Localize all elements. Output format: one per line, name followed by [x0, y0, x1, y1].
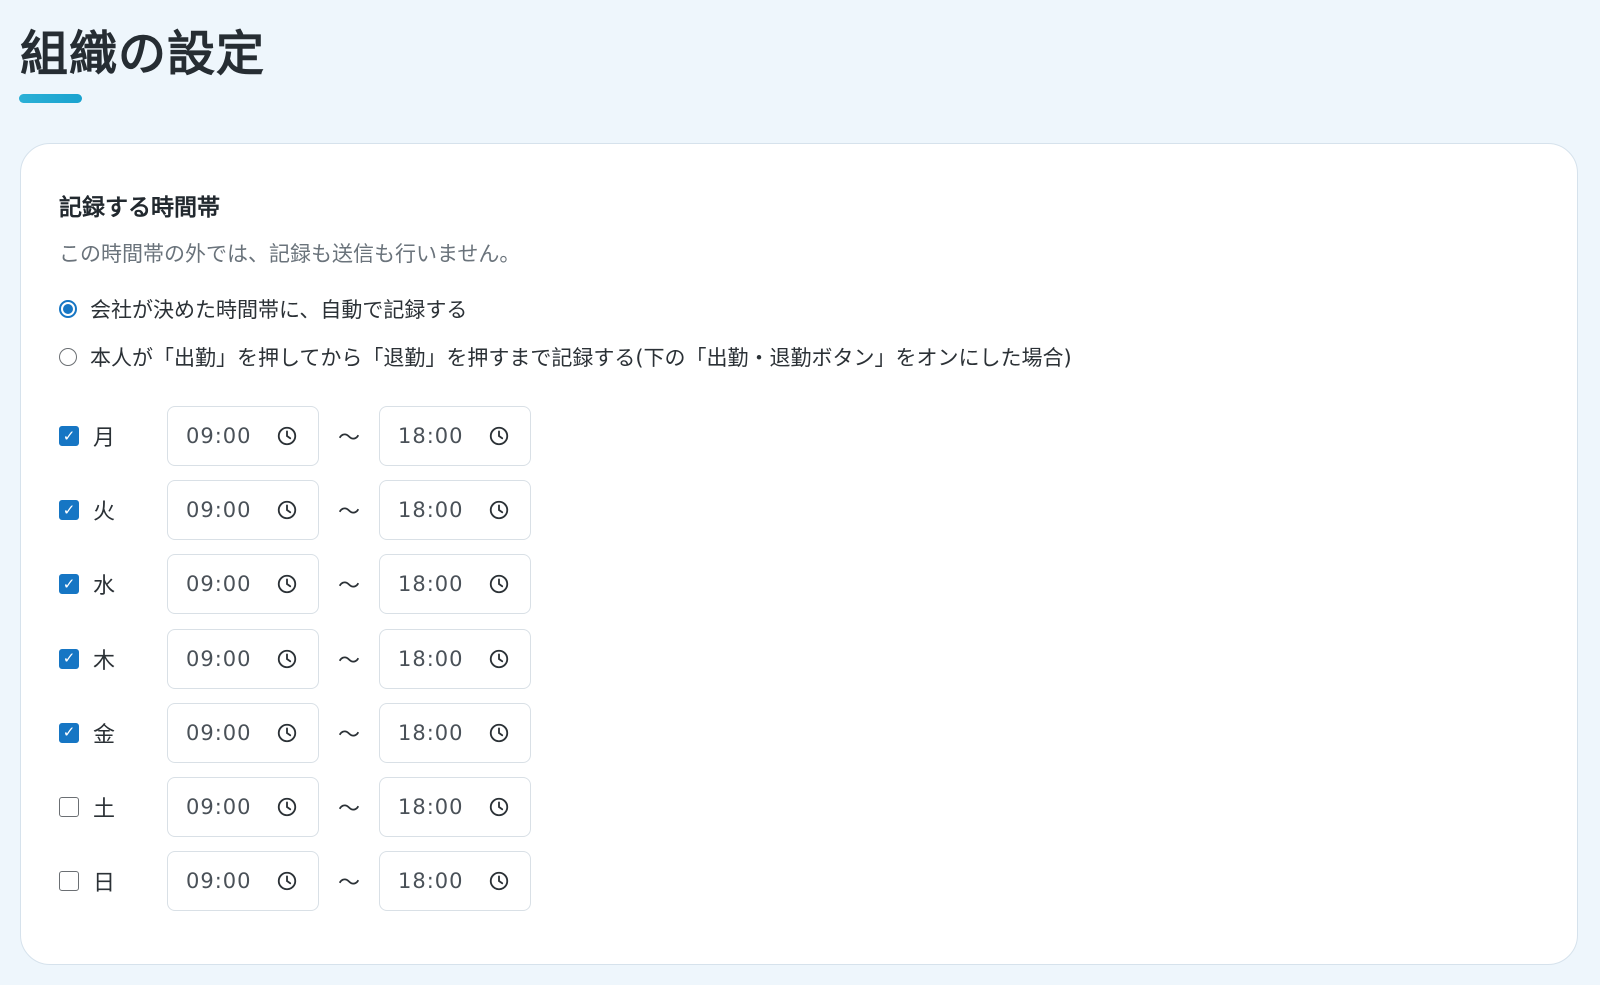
clock-icon[interactable] — [276, 870, 298, 892]
checkmark-icon: ✓ — [62, 426, 76, 445]
section-title: 記録する時間帯 — [59, 195, 220, 221]
radio-label-auto: 会社が決めた時間帯に、自動で記録する — [90, 298, 468, 322]
clock-icon[interactable] — [276, 648, 298, 670]
clock-icon[interactable] — [488, 425, 510, 447]
day-label: 日 — [93, 871, 116, 897]
range-separator: 〜 — [337, 797, 360, 822]
day-label: 木 — [93, 648, 116, 674]
day-checkbox[interactable]: ✓ — [59, 648, 79, 669]
end-time-value: 18:00 — [398, 646, 464, 671]
clock-icon[interactable] — [276, 425, 298, 447]
start-time-value: 09:00 — [186, 720, 252, 745]
end-time-input[interactable]: 18:00 — [379, 702, 531, 763]
start-time-value: 09:00 — [186, 498, 252, 523]
start-time-value: 09:00 — [186, 572, 252, 597]
start-time-input[interactable]: 09:00 — [167, 406, 319, 466]
range-separator: 〜 — [337, 426, 360, 451]
checkmark-icon: ✓ — [62, 649, 76, 668]
radio-button-manual[interactable] — [59, 348, 77, 366]
radio-option-auto[interactable]: 会社が決めた時間帯に、自動で記録する — [59, 294, 467, 324]
section-description: この時間帯の外では、記録も送信も行いません。 — [59, 242, 521, 266]
start-time-input[interactable]: 09:00 — [167, 480, 319, 541]
day-row: 土 09:00 〜 18:00 — [59, 776, 531, 838]
end-time-value: 18:00 — [398, 795, 464, 819]
range-separator: 〜 — [337, 871, 360, 897]
start-time-input[interactable]: 09:00 — [167, 702, 319, 763]
range-separator: 〜 — [337, 500, 360, 526]
day-checkbox[interactable]: ✓ — [59, 722, 79, 743]
clock-icon[interactable] — [276, 499, 298, 521]
clock-icon[interactable] — [276, 722, 298, 744]
start-time-input[interactable]: 09:00 — [167, 554, 319, 615]
day-row: ✓ 月 09:00 〜 18:00 — [59, 405, 531, 467]
day-row: 日 09:00 〜 18:00 — [59, 850, 531, 912]
start-time-input[interactable]: 09:00 — [167, 851, 319, 912]
settings-card: 記録する時間帯 この時間帯の外では、記録も送信も行いません。 会社が決めた時間帯… — [20, 143, 1578, 965]
clock-icon[interactable] — [488, 499, 510, 521]
start-time-value: 09:00 — [186, 424, 252, 448]
range-separator: 〜 — [337, 574, 360, 600]
day-row: ✓ 木 09:00 〜 18:00 — [59, 628, 531, 690]
day-row: ✓ 金 09:00 〜 18:00 — [59, 702, 531, 764]
clock-icon[interactable] — [488, 796, 510, 818]
end-time-value: 18:00 — [398, 720, 464, 745]
day-label: 土 — [93, 797, 116, 822]
day-checkbox[interactable]: ✓ — [59, 500, 79, 521]
clock-icon[interactable] — [276, 573, 298, 595]
end-time-value: 18:00 — [398, 869, 464, 894]
end-time-input[interactable]: 18:00 — [379, 406, 531, 466]
end-time-input[interactable]: 18:00 — [379, 777, 531, 837]
range-separator: 〜 — [337, 722, 360, 748]
radio-label-manual: 本人が「出勤」を押してから「退勤」を押すまで記録する(下の「出勤・退勤ボタン」を… — [90, 346, 1072, 370]
clock-icon[interactable] — [488, 648, 510, 670]
start-time-input[interactable]: 09:00 — [167, 628, 319, 689]
radio-button-auto[interactable] — [59, 300, 77, 318]
day-checkbox[interactable] — [59, 871, 79, 892]
day-checkbox[interactable] — [59, 797, 79, 817]
checkmark-icon: ✓ — [62, 723, 76, 742]
start-time-value: 09:00 — [186, 646, 252, 671]
checkmark-icon: ✓ — [62, 500, 76, 519]
end-time-input[interactable]: 18:00 — [379, 628, 531, 689]
start-time-value: 09:00 — [186, 795, 252, 819]
day-label: 水 — [93, 574, 116, 600]
day-label: 月 — [93, 426, 116, 451]
day-label: 火 — [93, 500, 116, 526]
end-time-input[interactable]: 18:00 — [379, 480, 531, 541]
end-time-input[interactable]: 18:00 — [379, 554, 531, 615]
title-underline — [19, 94, 82, 103]
clock-icon[interactable] — [488, 573, 510, 595]
day-row: ✓ 水 09:00 〜 18:00 — [59, 553, 531, 615]
end-time-value: 18:00 — [398, 572, 464, 597]
day-checkbox[interactable]: ✓ — [59, 574, 79, 595]
end-time-value: 18:00 — [398, 424, 464, 448]
start-time-input[interactable]: 09:00 — [167, 777, 319, 837]
day-row: ✓ 火 09:00 〜 18:00 — [59, 479, 531, 541]
start-time-value: 09:00 — [186, 869, 252, 894]
page-title: 組織の設定 — [20, 26, 266, 82]
day-label: 金 — [93, 722, 116, 748]
clock-icon[interactable] — [276, 796, 298, 818]
range-separator: 〜 — [337, 648, 360, 674]
end-time-input[interactable]: 18:00 — [379, 851, 531, 912]
radio-option-manual[interactable]: 本人が「出勤」を押してから「退勤」を押すまで記録する(下の「出勤・退勤ボタン」を… — [59, 342, 1072, 372]
checkmark-icon: ✓ — [62, 574, 76, 593]
clock-icon[interactable] — [488, 722, 510, 744]
day-checkbox[interactable]: ✓ — [59, 426, 79, 446]
end-time-value: 18:00 — [398, 498, 464, 523]
clock-icon[interactable] — [488, 870, 510, 892]
